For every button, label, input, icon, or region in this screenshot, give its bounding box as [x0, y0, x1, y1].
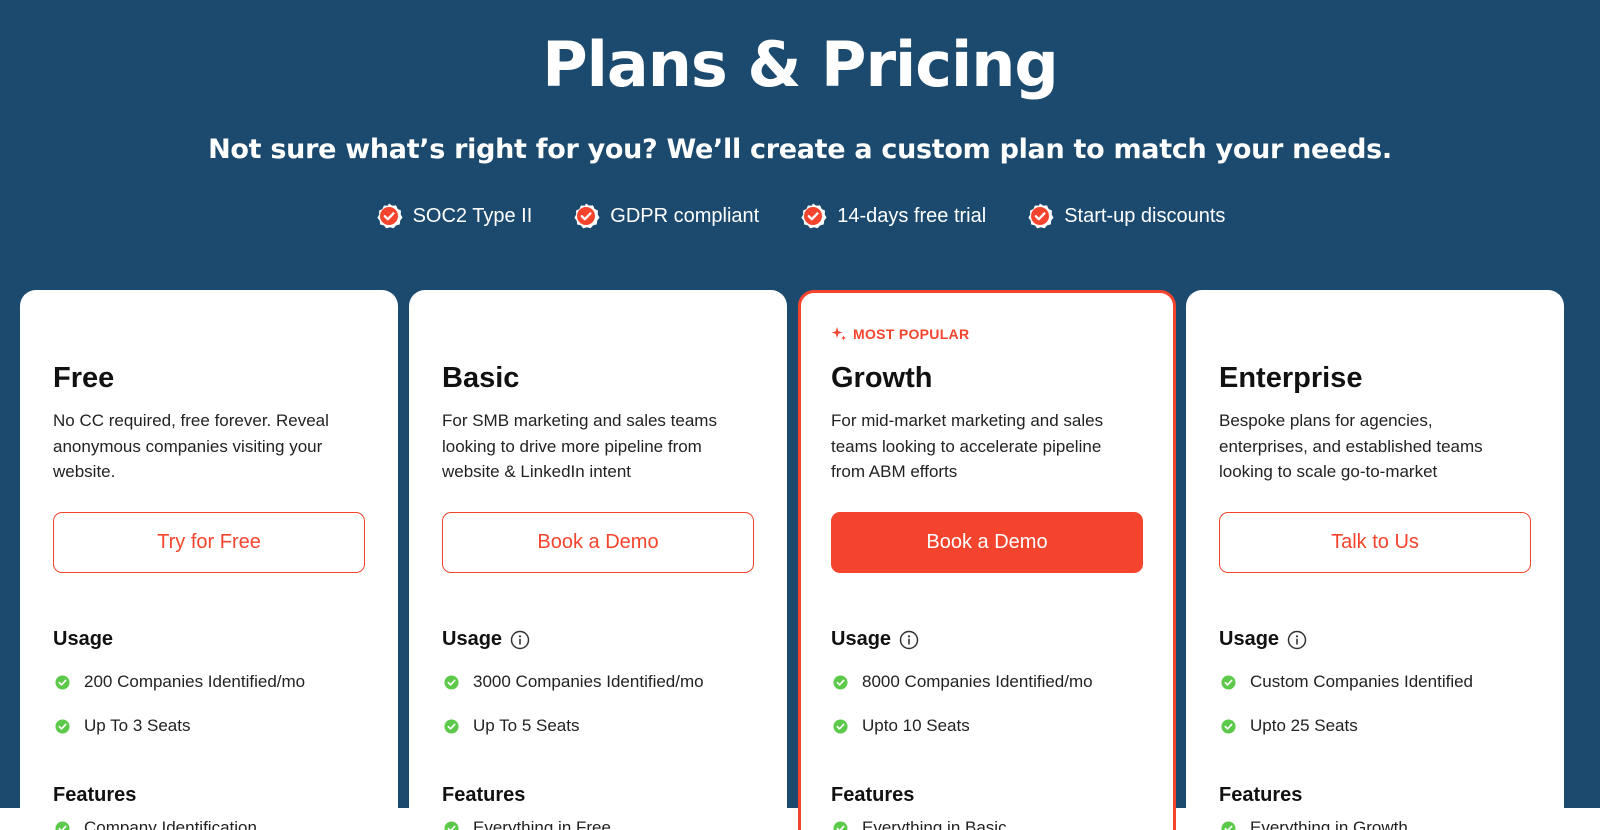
plan-card-enterprise: Enterprise Bespoke plans for agencies, e… — [1186, 290, 1564, 830]
check-circle-icon — [55, 820, 70, 830]
usage-item-label: Upto 25 Seats — [1250, 716, 1358, 735]
plan-description: No CC required, free forever. Reveal ano… — [53, 411, 329, 481]
badge-label: SOC2 Type II — [412, 204, 533, 227]
usage-heading: Usage — [442, 628, 530, 651]
book-demo-button[interactable]: Book a Demo — [442, 512, 754, 573]
feature-item: Everything in Growth — [1221, 818, 1408, 830]
feature-item-label: Everything in Growth — [1250, 818, 1408, 830]
plan-description: Bespoke plans for agencies, enterprises,… — [1219, 411, 1483, 481]
try-for-free-button[interactable]: Try for Free — [53, 512, 365, 573]
feature-item: Everything in Free — [444, 818, 611, 830]
check-circle-icon — [833, 820, 848, 830]
plan-name: Growth — [831, 362, 933, 394]
usage-item-label: Up To 5 Seats — [473, 716, 580, 735]
usage-item-label: Up To 3 Seats — [84, 716, 191, 735]
check-circle-icon — [1221, 718, 1236, 734]
usage-item: Up To 5 Seats — [444, 716, 579, 736]
book-demo-button[interactable]: Book a Demo — [831, 512, 1143, 573]
feature-item-label: Company Identification — [84, 818, 257, 830]
talk-to-us-button[interactable]: Talk to Us — [1219, 512, 1531, 573]
trust-badges: SOC2 Type II GDPR compliant 14-days free… — [0, 202, 1600, 230]
check-circle-icon — [1221, 674, 1236, 690]
usage-item: 3000 Companies Identified/mo — [444, 672, 704, 692]
usage-heading-label: Usage — [53, 628, 114, 650]
check-circle-icon — [833, 718, 848, 734]
badge-startup-discounts: Start-up discounts — [1026, 202, 1225, 230]
plan-card-growth: MOST POPULAR Growth For mid-market marke… — [798, 290, 1176, 830]
sparkle-icon — [831, 327, 846, 341]
features-heading-label: Features — [1219, 784, 1303, 806]
most-popular-label: MOST POPULAR — [853, 326, 970, 342]
check-circle-icon — [1221, 820, 1236, 830]
usage-heading-label: Usage — [442, 628, 503, 650]
verified-badge-icon — [1028, 203, 1054, 229]
features-heading: Features — [1219, 784, 1302, 807]
check-circle-icon — [444, 820, 459, 830]
verified-badge-icon — [801, 203, 827, 229]
usage-item: Upto 10 Seats — [833, 716, 970, 736]
info-icon[interactable] — [510, 630, 530, 650]
badge-gdpr: GDPR compliant — [572, 202, 759, 230]
features-heading: Features — [831, 784, 914, 807]
badge-free-trial: 14-days free trial — [799, 202, 986, 230]
plan-name: Basic — [442, 362, 520, 394]
badge-label: GDPR compliant — [610, 204, 760, 227]
badge-label: Start-up discounts — [1064, 204, 1226, 227]
verified-badge-icon — [376, 203, 403, 229]
usage-item-label: 8000 Companies Identified/mo — [862, 672, 1093, 691]
check-circle-icon — [833, 674, 848, 690]
features-heading-label: Features — [831, 784, 915, 806]
feature-item: Company Identification — [55, 818, 257, 830]
check-circle-icon — [444, 674, 459, 690]
usage-item: Up To 3 Seats — [55, 716, 190, 736]
info-icon[interactable] — [1287, 630, 1307, 650]
usage-item: Upto 25 Seats — [1221, 716, 1358, 736]
plan-name: Free — [53, 362, 115, 394]
usage-heading: Usage — [831, 628, 919, 651]
usage-item-label: 3000 Companies Identified/mo — [473, 672, 704, 691]
features-heading-label: Features — [53, 784, 137, 806]
badge-label: 14-days free trial — [837, 204, 987, 227]
check-circle-icon — [55, 674, 70, 690]
features-heading-label: Features — [442, 784, 526, 806]
features-heading: Features — [442, 784, 525, 807]
usage-item-label: 200 Companies Identified/mo — [84, 672, 306, 691]
check-circle-icon — [444, 718, 459, 734]
page-subtitle: Not sure what’s right for you? We’ll cre… — [208, 134, 1392, 165]
usage-item-label: Upto 10 Seats — [862, 716, 970, 735]
usage-item: 8000 Companies Identified/mo — [833, 672, 1093, 692]
badge-soc2: SOC2 Type II — [375, 202, 533, 230]
usage-heading: Usage — [53, 628, 113, 651]
most-popular-badge: MOST POPULAR — [831, 326, 969, 342]
plan-description: For SMB marketing and sales teams lookin… — [442, 411, 717, 481]
usage-item: 200 Companies Identified/mo — [55, 672, 305, 692]
feature-item-label: Everything in Free — [473, 818, 611, 830]
page-title: Plans & Pricing — [542, 28, 1059, 101]
plan-card-free: Free No CC required, free forever. Revea… — [20, 290, 398, 830]
feature-item: Everything in Basic — [833, 818, 1007, 830]
plan-name: Enterprise — [1219, 362, 1363, 394]
usage-heading-label: Usage — [1219, 628, 1280, 650]
plan-card-basic: Basic For SMB marketing and sales teams … — [409, 290, 787, 830]
check-circle-icon — [55, 718, 70, 734]
verified-badge-icon — [574, 203, 600, 229]
usage-item: Custom Companies Identified — [1221, 672, 1473, 692]
features-heading: Features — [53, 784, 136, 807]
feature-item-label: Everything in Basic — [862, 818, 1007, 830]
info-icon[interactable] — [899, 630, 919, 650]
plan-description: For mid-market marketing and sales teams… — [831, 411, 1104, 481]
usage-heading-label: Usage — [831, 628, 892, 650]
usage-heading: Usage — [1219, 628, 1307, 651]
usage-item-label: Custom Companies Identified — [1250, 672, 1474, 691]
